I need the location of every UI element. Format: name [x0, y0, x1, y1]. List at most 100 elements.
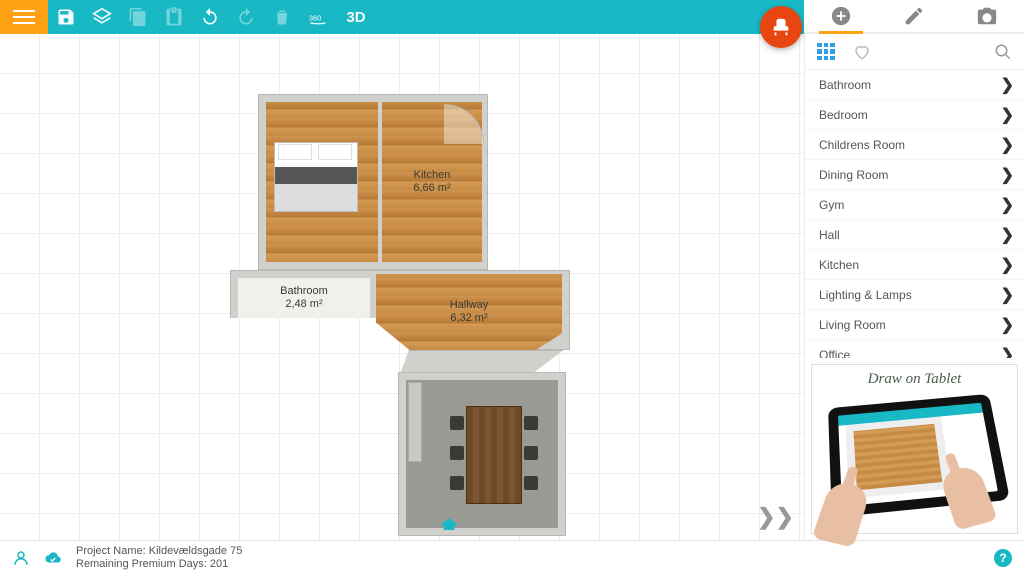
status-bar: Project Name: Kildevældsgade 75 Remainin… — [0, 540, 1024, 574]
tablet-illustration — [828, 394, 1010, 518]
cloud-sync-icon[interactable] — [44, 549, 62, 567]
furniture-pillow — [318, 144, 352, 160]
category-label: Bedroom — [819, 108, 868, 122]
expand-canvas-button[interactable]: ❯❯ — [757, 504, 794, 530]
category-label: Bathroom — [819, 78, 871, 92]
category-label: Lighting & Lamps — [819, 288, 912, 302]
category-item[interactable]: Childrens Room ❯ — [805, 130, 1024, 160]
plus-circle-icon — [830, 5, 852, 27]
user-icon[interactable] — [12, 549, 30, 567]
layers-button[interactable] — [84, 0, 120, 34]
category-label: Dining Room — [819, 168, 888, 182]
category-label: Office — [819, 348, 850, 359]
room-label: Kitchen — [414, 169, 451, 182]
chevron-right-icon: ❯ — [1001, 315, 1014, 335]
category-item[interactable]: Lighting & Lamps ❯ — [805, 280, 1024, 310]
svg-text:360: 360 — [309, 13, 322, 22]
category-item[interactable]: Hall ❯ — [805, 220, 1024, 250]
category-item[interactable]: Office ❯ — [805, 340, 1024, 358]
category-item[interactable]: Bathroom ❯ — [805, 70, 1024, 100]
room-hallway[interactable]: Hallway 6,32 m² — [376, 274, 562, 350]
chevron-right-icon: ❯ — [1001, 225, 1014, 245]
chevron-right-icon: ❯ — [1001, 345, 1014, 359]
furniture-counter[interactable] — [408, 382, 422, 462]
floorplan: Kitchen 6,66 m² Bathroom 2,48 m² Hallway… — [230, 94, 590, 534]
chevron-right-icon: ❯ — [1001, 165, 1014, 185]
edit-tab[interactable] — [884, 0, 944, 32]
category-label: Childrens Room — [819, 138, 905, 152]
project-name-value: Kildevældsgade 75 — [149, 545, 243, 557]
promo-title: Draw on Tablet — [868, 371, 962, 388]
grid-view-tab[interactable] — [817, 43, 835, 61]
furniture-chair[interactable] — [524, 476, 538, 490]
undo-button[interactable] — [192, 0, 228, 34]
pencil-icon — [903, 5, 925, 27]
category-item[interactable]: Gym❯ — [805, 190, 1024, 220]
category-item[interactable]: Living Room ❯ — [805, 310, 1024, 340]
furniture-chair[interactable] — [524, 416, 538, 430]
floorplan-canvas[interactable]: Kitchen 6,66 m² Bathroom 2,48 m² Hallway… — [0, 34, 804, 540]
paste-button — [156, 0, 192, 34]
room-area: 6,32 m² — [450, 312, 487, 325]
category-item[interactable]: Dining Room ❯ — [805, 160, 1024, 190]
copy-button — [120, 0, 156, 34]
redo-icon — [236, 7, 256, 27]
premium-days-label: Remaining Premium Days: — [76, 558, 207, 570]
premium-days-value: 201 — [210, 558, 228, 570]
help-button[interactable]: ? — [994, 549, 1012, 567]
room-area: 6,66 m² — [413, 182, 450, 195]
save-button[interactable] — [48, 0, 84, 34]
layers-icon — [92, 7, 112, 27]
category-label: Kitchen — [819, 258, 859, 272]
chevron-right-icon: ❯ — [1001, 285, 1014, 305]
room-label: Hallway — [450, 299, 489, 312]
category-item[interactable]: Bedroom ❯ — [805, 100, 1024, 130]
chevron-right-icon: ❯ — [1001, 105, 1014, 125]
furniture-chair[interactable] — [524, 446, 538, 460]
promo-panel[interactable]: Draw on Tablet — [811, 364, 1018, 534]
furniture-pillow — [278, 144, 312, 160]
top-toolbar: 360 3D — [0, 0, 1024, 34]
room-bathroom[interactable]: Bathroom 2,48 m² — [238, 278, 370, 318]
trash-icon — [272, 7, 292, 27]
chevron-right-icon: ❯ — [1001, 255, 1014, 275]
3d-toggle-button[interactable]: 3D — [336, 0, 376, 34]
room-area: 2,48 m² — [285, 298, 322, 311]
360-button[interactable]: 360 — [300, 0, 336, 34]
menu-button[interactable] — [0, 0, 48, 34]
category-label: Gym — [819, 198, 844, 212]
grid-icon — [817, 43, 835, 61]
undo-icon — [200, 7, 220, 27]
chair-icon — [770, 16, 792, 38]
copy-icon — [128, 7, 148, 27]
redo-button — [228, 0, 264, 34]
camera-icon — [976, 5, 998, 27]
search-icon — [994, 43, 1012, 61]
delete-button — [264, 0, 300, 34]
camera-tab[interactable] — [957, 0, 1017, 32]
search-button[interactable] — [994, 43, 1012, 61]
furniture-chair[interactable] — [450, 446, 464, 460]
right-mode-tabs — [804, 0, 1024, 34]
category-list[interactable]: Bathroom ❯ Bedroom ❯ Childrens Room ❯ Dinin… — [805, 70, 1024, 358]
project-info: Project Name: Kildevældsgade 75 Remainin… — [76, 545, 242, 570]
right-sidebar: Bathroom ❯ Bedroom ❯ Childrens Room ❯ Dinin… — [804, 34, 1024, 540]
chevron-right-icon: ❯ — [1001, 135, 1014, 155]
furniture-dining-table[interactable] — [466, 406, 522, 504]
category-item[interactable]: Kitchen ❯ — [805, 250, 1024, 280]
paste-icon — [164, 7, 184, 27]
project-name-label: Project Name: — [76, 545, 146, 557]
furniture-chair[interactable] — [450, 416, 464, 430]
rotate-360-icon: 360 — [308, 7, 328, 27]
furniture-chair[interactable] — [450, 476, 464, 490]
heart-icon — [853, 43, 871, 61]
furniture-fab-button[interactable] — [760, 6, 802, 48]
favorites-tab[interactable] — [853, 43, 871, 61]
add-tab[interactable] — [811, 0, 871, 32]
chevron-right-icon: ❯ — [1001, 75, 1014, 95]
room-label: Bathroom — [280, 285, 328, 298]
category-label: Living Room — [819, 318, 886, 332]
save-icon — [56, 7, 76, 27]
category-label: Hall — [819, 228, 840, 242]
sidebar-view-tabs — [805, 34, 1024, 70]
